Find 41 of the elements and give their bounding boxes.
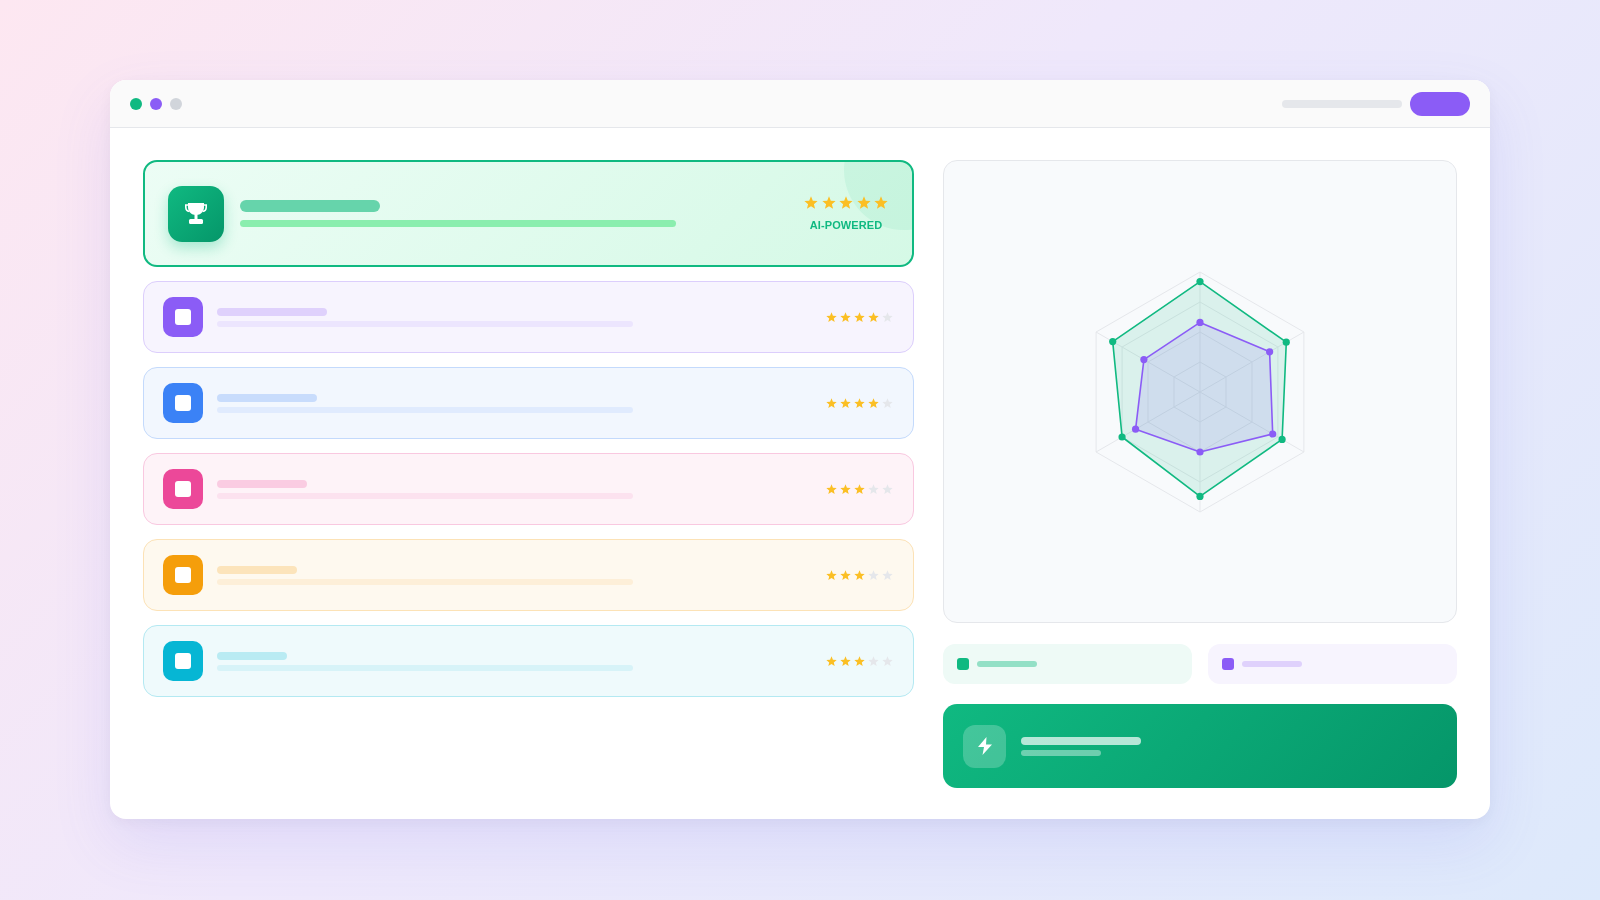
star-icon xyxy=(868,483,879,495)
star-icon xyxy=(874,196,888,210)
star-icon xyxy=(854,397,865,409)
star-icon xyxy=(840,483,851,495)
skeleton-line xyxy=(977,661,1037,667)
trophy-icon xyxy=(168,185,224,242)
star-icon xyxy=(826,311,837,323)
list-card[interactable] xyxy=(143,539,914,611)
star-icon xyxy=(854,655,865,667)
star-icon xyxy=(826,655,837,667)
star-icon xyxy=(868,311,879,323)
list-card[interactable] xyxy=(143,625,914,697)
star-icon xyxy=(804,196,818,210)
skeleton-line xyxy=(217,651,287,660)
star-icon xyxy=(854,569,865,581)
star-icon xyxy=(882,569,893,581)
star-icon xyxy=(840,311,851,323)
list-card[interactable] xyxy=(143,453,914,525)
list-card[interactable] xyxy=(143,367,914,439)
star-icon xyxy=(839,196,853,210)
feature-label: AI-POWERED xyxy=(809,219,883,231)
star-icon xyxy=(854,483,865,495)
star-icon xyxy=(854,311,865,323)
star-icon xyxy=(868,569,879,581)
lightning-icon xyxy=(963,724,1006,768)
star-icon xyxy=(826,569,837,581)
skeleton-line xyxy=(1242,661,1302,667)
pill-button[interactable] xyxy=(1410,91,1470,116)
star-icon xyxy=(868,397,879,409)
star-icon xyxy=(826,483,837,495)
star-icon xyxy=(840,655,851,667)
star-icon xyxy=(826,397,837,409)
cta-card[interactable] xyxy=(943,704,1457,788)
window-control-icon[interactable] xyxy=(130,97,142,110)
window-control-icon[interactable] xyxy=(150,97,162,110)
star-icon xyxy=(840,397,851,409)
list-card[interactable] xyxy=(143,281,914,353)
star-icon xyxy=(856,196,871,210)
star-icon xyxy=(882,483,893,495)
star-icon xyxy=(840,569,851,581)
star-icon xyxy=(821,196,836,210)
